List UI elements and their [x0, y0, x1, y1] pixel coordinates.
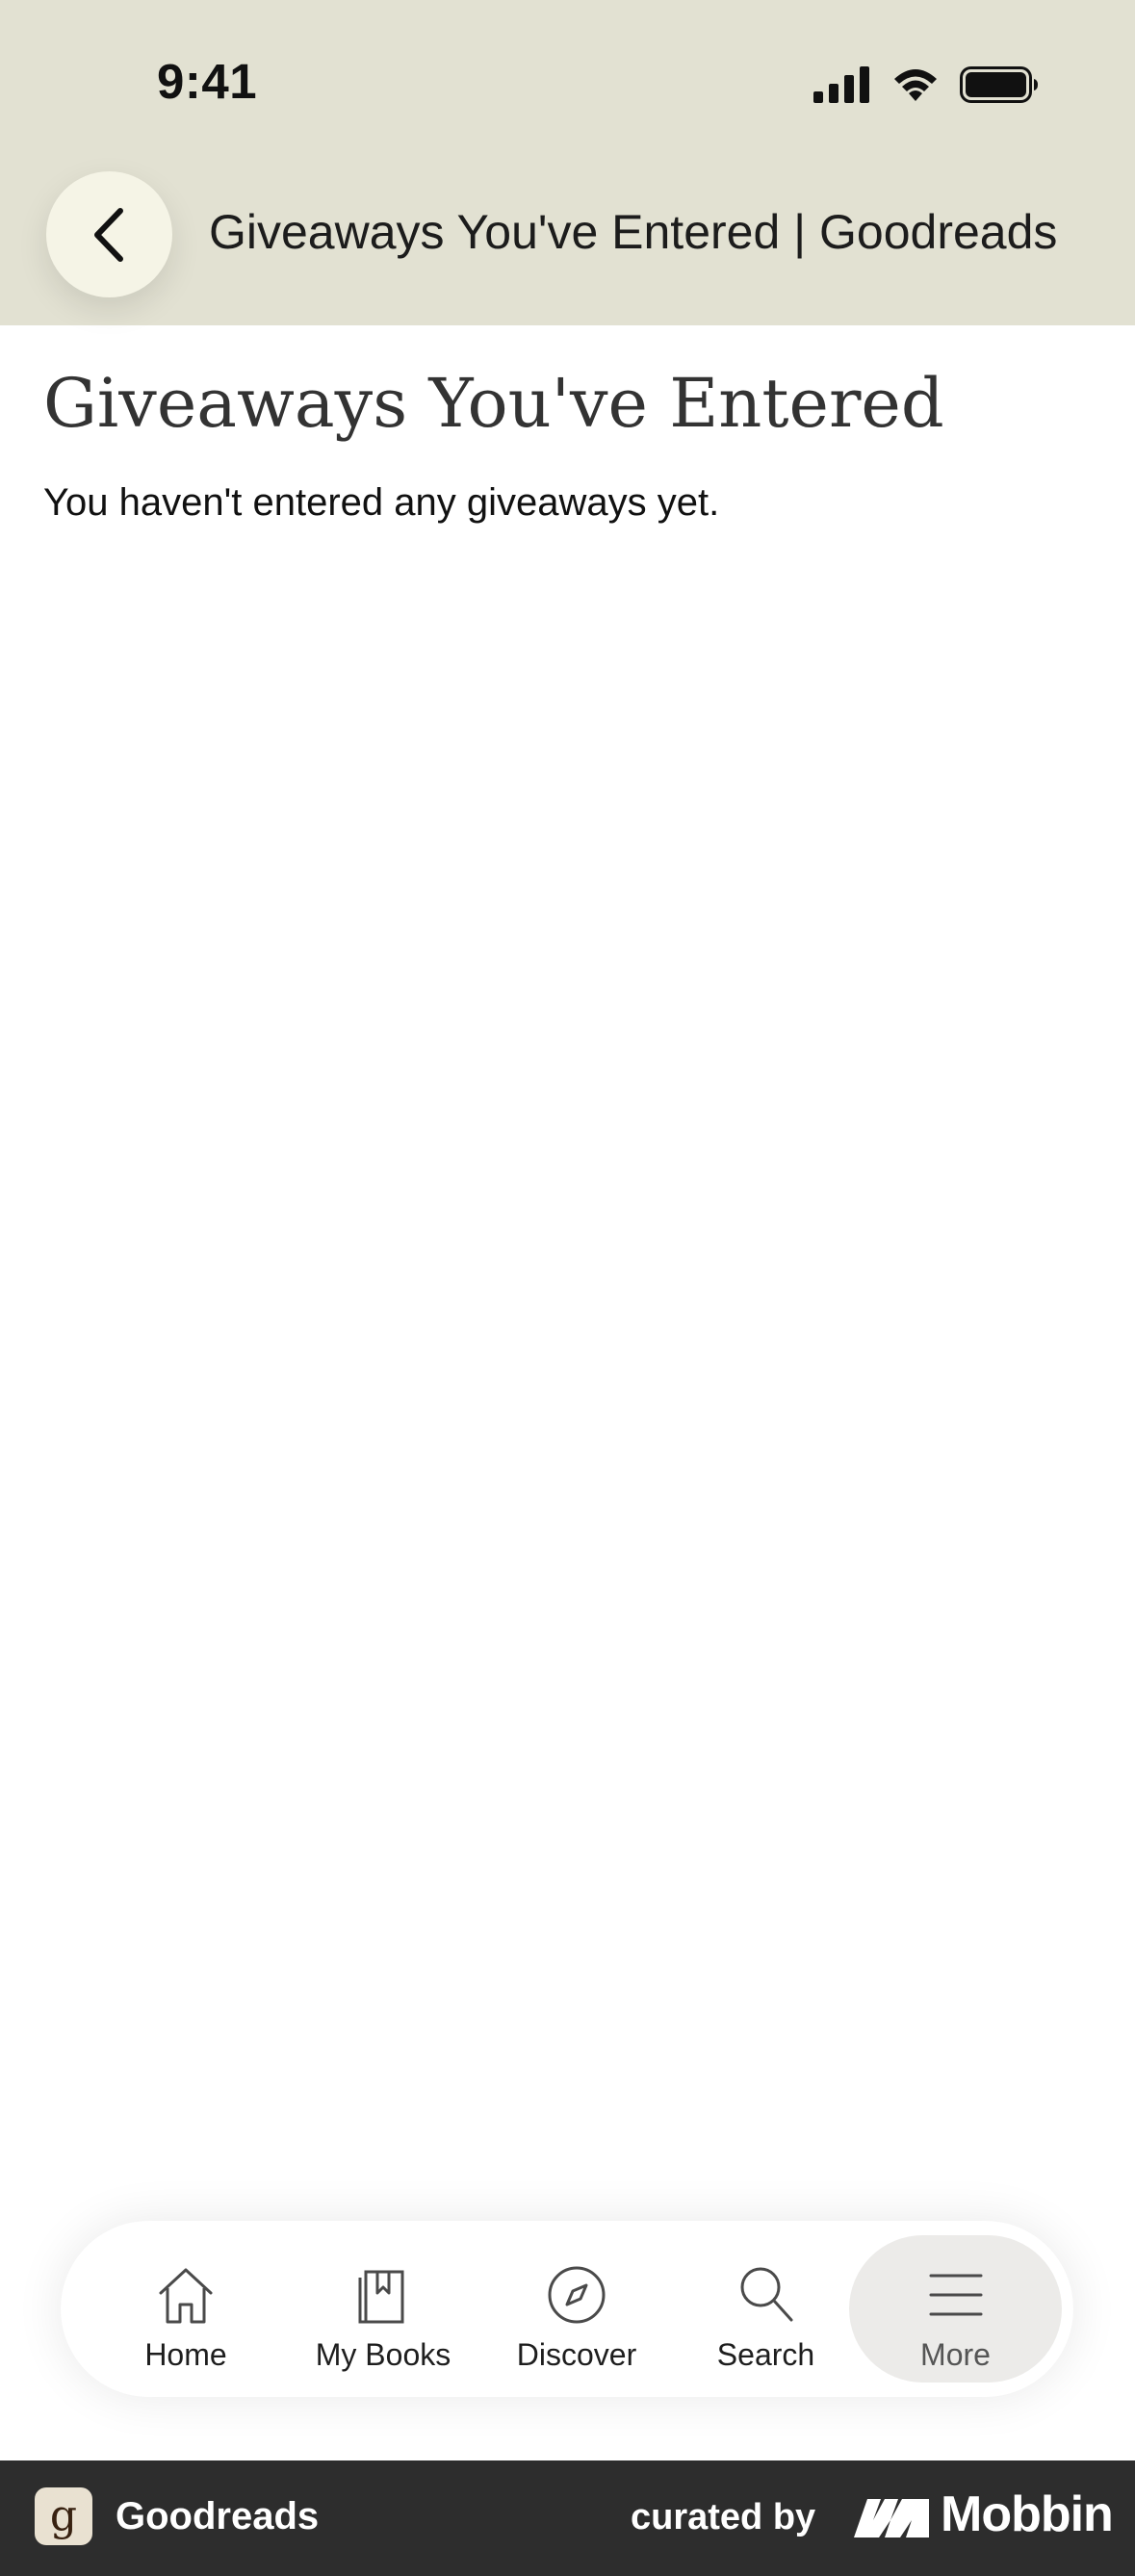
cellular-signal-icon	[813, 66, 869, 103]
tab-label-discover: Discover	[516, 2337, 637, 2372]
status-time: 9:41	[157, 54, 258, 109]
attribution-footer: g Goodreads curated by Mobbin	[0, 2460, 1135, 2576]
books-icon	[358, 2270, 404, 2324]
tab-bar: Home My Books Discover Search More	[61, 2221, 1073, 2397]
tab-discover[interactable]: Discover	[505, 2235, 648, 2383]
search-icon	[740, 2267, 792, 2322]
wifi-icon	[894, 69, 937, 101]
giveaways-heading: Giveaways You've Entered	[43, 364, 944, 443]
curated-by-label: curated by	[631, 2497, 816, 2537]
brand-name: Goodreads	[116, 2495, 320, 2537]
back-button[interactable]	[46, 171, 172, 297]
status-icons	[813, 64, 1039, 106]
tab-more[interactable]: More	[849, 2235, 1062, 2383]
chevron-left-icon	[93, 207, 123, 262]
battery-icon	[960, 66, 1038, 103]
curator-name: Mobbin	[941, 2486, 1114, 2542]
tab-home[interactable]: Home	[114, 2235, 258, 2383]
page-title: Giveaways You've Entered | Goodreads	[209, 205, 1058, 259]
mobbin-logo-icon	[854, 2499, 929, 2537]
tab-label-search: Search	[716, 2337, 815, 2372]
tab-label-my-books: My Books	[315, 2337, 451, 2372]
tab-my-books[interactable]: My Books	[301, 2235, 465, 2383]
browser-header: 9:41 Giveaways You've Entered | Goodread…	[0, 0, 1135, 325]
compass-icon	[548, 2266, 606, 2324]
home-icon	[159, 2268, 213, 2324]
empty-state-message: You haven't entered any giveaways yet.	[43, 481, 720, 524]
tab-label-home: Home	[144, 2337, 227, 2372]
tab-label-more: More	[920, 2337, 991, 2372]
tab-search[interactable]: Search	[701, 2235, 831, 2383]
goodreads-logo-icon: g	[35, 2487, 92, 2545]
menu-icon	[929, 2274, 982, 2316]
